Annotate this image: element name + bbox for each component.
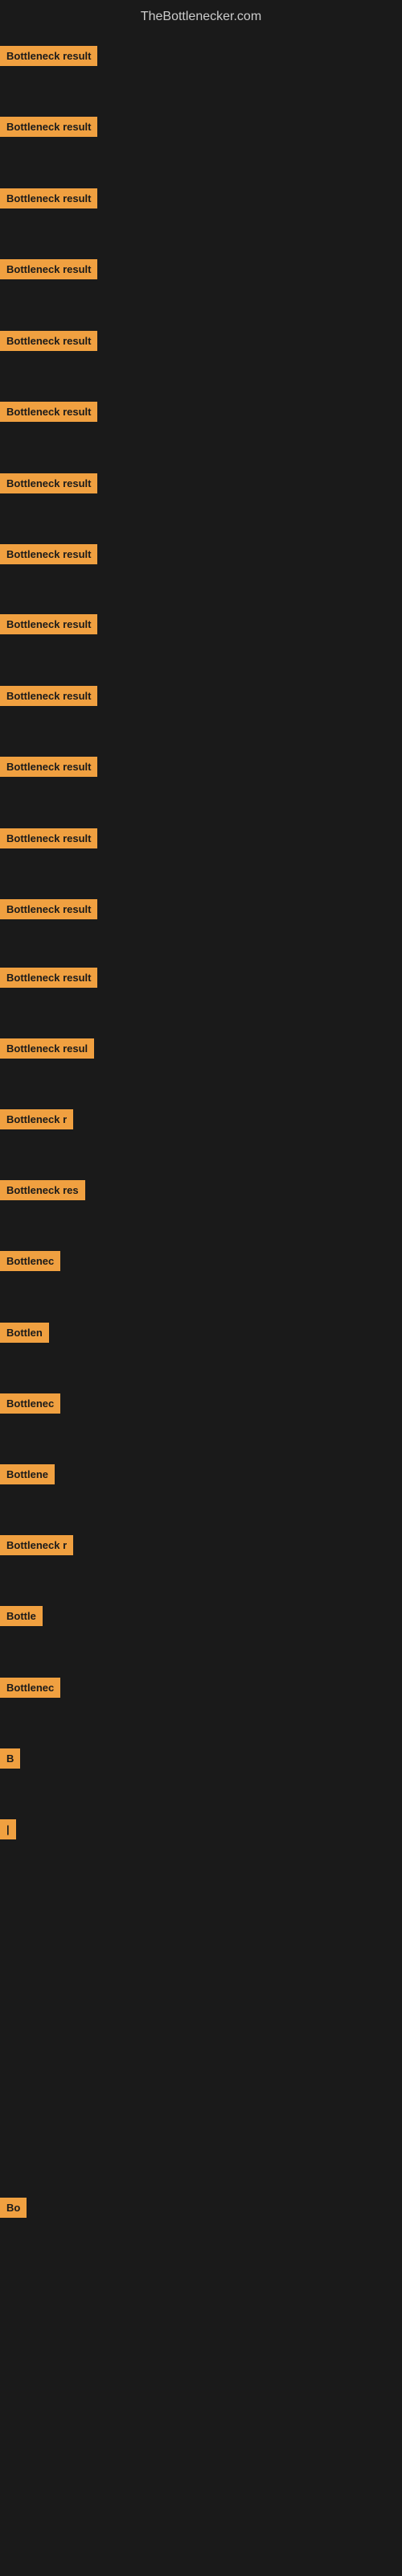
bottleneck-row-16: Bottleneck r <box>0 1109 73 1133</box>
bottleneck-badge-24: Bottlenec <box>0 1678 60 1698</box>
bottleneck-row-26: | <box>0 1819 16 1843</box>
bottleneck-badge-19: Bottlen <box>0 1323 49 1343</box>
bottleneck-badge-25: B <box>0 1748 20 1769</box>
bottleneck-row-15: Bottleneck resul <box>0 1038 94 1063</box>
bottleneck-row-14: Bottleneck result <box>0 968 97 992</box>
bottleneck-badge-5: Bottleneck result <box>0 331 97 351</box>
bottleneck-row-11: Bottleneck result <box>0 757 97 781</box>
bottleneck-badge-16: Bottleneck r <box>0 1109 73 1129</box>
bottleneck-row-7: Bottleneck result <box>0 473 97 497</box>
bottleneck-row-22: Bottleneck r <box>0 1535 73 1559</box>
bottleneck-row-19: Bottlen <box>0 1323 49 1347</box>
bottleneck-row-5: Bottleneck result <box>0 331 97 355</box>
bottleneck-badge-22: Bottleneck r <box>0 1535 73 1555</box>
bottleneck-badge-13: Bottleneck result <box>0 899 97 919</box>
page-container: TheBottlenecker.com Bottleneck result Bot… <box>0 0 402 2576</box>
bottleneck-row-21: Bottlene <box>0 1464 55 1488</box>
bottleneck-row-13: Bottleneck result <box>0 899 97 923</box>
bottleneck-row-24: Bottlenec <box>0 1678 60 1702</box>
bottleneck-row-12: Bottleneck result <box>0 828 97 852</box>
bottleneck-row-20: Bottlenec <box>0 1393 60 1418</box>
bottleneck-badge-11: Bottleneck result <box>0 757 97 777</box>
bottleneck-row-25: B <box>0 1748 20 1773</box>
bottleneck-row-3: Bottleneck result <box>0 188 97 213</box>
site-title: TheBottlenecker.com <box>0 3 402 27</box>
bottleneck-badge-2: Bottleneck result <box>0 117 97 137</box>
bottleneck-badge-21: Bottlene <box>0 1464 55 1484</box>
bottleneck-badge-6: Bottleneck result <box>0 402 97 422</box>
bottleneck-badge-12: Bottleneck result <box>0 828 97 848</box>
bottleneck-badge-20: Bottlenec <box>0 1393 60 1414</box>
bottleneck-badge-4: Bottleneck result <box>0 259 97 279</box>
bottleneck-badge-14: Bottleneck result <box>0 968 97 988</box>
bottleneck-badge-7: Bottleneck result <box>0 473 97 493</box>
bottleneck-row-6: Bottleneck result <box>0 402 97 426</box>
bottleneck-badge-23: Bottle <box>0 1606 43 1626</box>
bottleneck-row-1: Bottleneck result <box>0 46 97 70</box>
bottleneck-row-18: Bottlenec <box>0 1251 60 1275</box>
bottleneck-row-23: Bottle <box>0 1606 43 1630</box>
bottleneck-row-2: Bottleneck result <box>0 117 97 141</box>
bottleneck-row-27: Bo <box>0 2198 27 2222</box>
bottleneck-badge-9: Bottleneck result <box>0 614 97 634</box>
bottleneck-badge-3: Bottleneck result <box>0 188 97 208</box>
bottleneck-badge-26: | <box>0 1819 16 1839</box>
bottleneck-row-4: Bottleneck result <box>0 259 97 283</box>
bottleneck-badge-1: Bottleneck result <box>0 46 97 66</box>
bottleneck-row-17: Bottleneck res <box>0 1180 85 1204</box>
bottleneck-badge-10: Bottleneck result <box>0 686 97 706</box>
bottleneck-badge-18: Bottlenec <box>0 1251 60 1271</box>
bottleneck-row-9: Bottleneck result <box>0 614 97 638</box>
bottleneck-row-8: Bottleneck result <box>0 544 97 568</box>
bottleneck-badge-15: Bottleneck resul <box>0 1038 94 1059</box>
bottleneck-badge-27: Bo <box>0 2198 27 2218</box>
bottleneck-row-10: Bottleneck result <box>0 686 97 710</box>
bottleneck-badge-17: Bottleneck res <box>0 1180 85 1200</box>
bottleneck-badge-8: Bottleneck result <box>0 544 97 564</box>
